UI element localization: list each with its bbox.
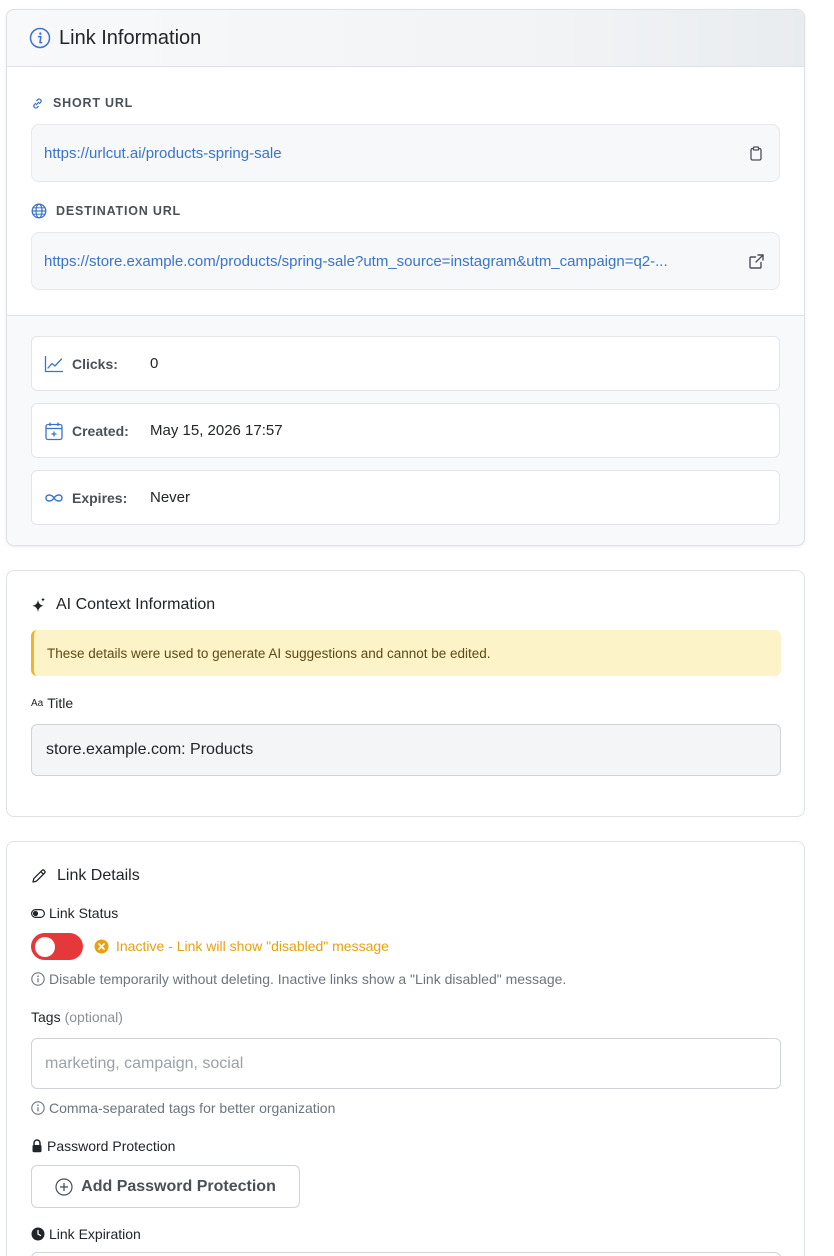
calendar-plus-icon	[44, 421, 64, 441]
info-icon	[31, 1101, 45, 1115]
link-information-card: Link Information SHORT URL https://urlcu…	[6, 9, 805, 546]
expires-stat: Expires: Never	[31, 470, 780, 525]
open-external-button[interactable]	[745, 250, 767, 272]
url-section: SHORT URL https://urlcut.ai/products-spr…	[7, 67, 804, 316]
link-details-card: Link Details Link Status Inactive - Link…	[6, 841, 805, 1256]
ai-context-title-row: AI Context Information	[31, 596, 215, 614]
lock-icon	[31, 1139, 43, 1153]
short-url-label: SHORT URL	[31, 96, 133, 110]
status-message: Inactive - Link will show "disabled" mes…	[94, 938, 389, 954]
infinity-icon	[44, 492, 64, 504]
pencil-icon	[31, 868, 47, 884]
info-icon	[31, 972, 45, 986]
destination-url-link[interactable]: https://store.example.com/products/sprin…	[44, 253, 735, 270]
expires-label: Expires:	[72, 489, 128, 506]
optional-label: (optional)	[64, 1009, 123, 1025]
tags-input[interactable]	[31, 1038, 781, 1089]
toggle-icon	[31, 908, 45, 918]
page-title: Link Information	[59, 26, 202, 49]
external-link-icon	[748, 253, 764, 269]
link-information-header: Link Information	[7, 10, 804, 67]
info-icon	[29, 27, 51, 49]
tags-hint: Comma-separated tags for better organiza…	[31, 1100, 335, 1116]
clicks-stat: Clicks: 0	[31, 336, 780, 391]
link-expiration-field[interactable]	[31, 1252, 781, 1256]
link-status-label: Link Status	[31, 905, 118, 921]
x-circle-icon	[94, 939, 109, 954]
sparkles-icon	[31, 597, 46, 614]
ai-context-title: AI Context Information	[56, 596, 216, 613]
status-hint: Disable temporarily without deleting. In…	[31, 971, 566, 987]
ai-context-card: AI Context Information These details wer…	[6, 570, 805, 817]
plus-circle-icon	[55, 1177, 73, 1196]
created-value: May 15, 2026 17:57	[150, 422, 283, 439]
link-icon	[31, 97, 44, 110]
clipboard-icon	[750, 145, 762, 161]
link-details-title: Link Details	[57, 867, 140, 884]
clicks-value: 0	[150, 355, 159, 372]
destination-url-label: DESTINATION URL	[31, 203, 181, 219]
tags-label: Tags (optional)	[31, 1009, 123, 1025]
clock-icon	[31, 1227, 45, 1241]
expires-value: Never	[150, 489, 191, 506]
created-label: Created:	[72, 422, 129, 439]
short-url-box: https://urlcut.ai/products-spring-sale	[31, 124, 780, 182]
title-field-value: store.example.com: Products	[31, 724, 781, 776]
copy-button[interactable]	[745, 142, 767, 164]
destination-url-box: https://store.example.com/products/sprin…	[31, 232, 780, 290]
link-details-title-row: Link Details	[31, 867, 140, 885]
link-status-toggle[interactable]	[31, 933, 83, 960]
password-protection-label: Password Protection	[31, 1138, 175, 1154]
link-expiration-label: Link Expiration	[31, 1226, 141, 1242]
chart-line-icon	[44, 355, 64, 373]
add-password-protection-button[interactable]: Add Password Protection	[31, 1165, 300, 1208]
created-stat: Created: May 15, 2026 17:57	[31, 403, 780, 458]
globe-icon	[31, 203, 47, 219]
clicks-label: Clicks:	[72, 355, 118, 372]
title-field-label: Aa Title	[31, 695, 74, 711]
toggle-knob	[35, 936, 55, 957]
ai-notice: These details were used to generate AI s…	[31, 630, 781, 676]
short-url-link[interactable]: https://urlcut.ai/products-spring-sale	[44, 145, 735, 162]
text-size-icon: Aa	[31, 697, 44, 709]
